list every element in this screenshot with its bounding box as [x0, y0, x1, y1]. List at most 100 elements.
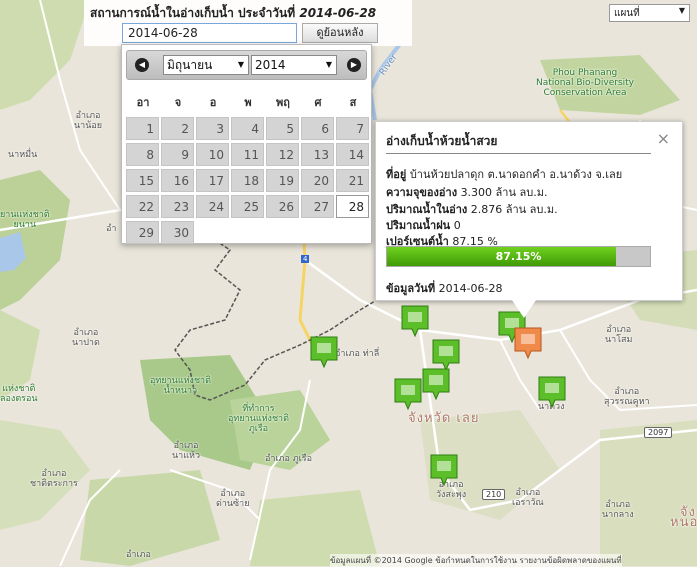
weekday-header: ส [349, 96, 357, 109]
calendar-day[interactable]: 15 [126, 169, 159, 192]
close-icon[interactable]: × [657, 129, 670, 148]
map-label-text: หนอง [670, 515, 697, 530]
calendar-day[interactable]: 18 [231, 169, 264, 192]
map-label-text: แห่งชาติ [2, 384, 36, 394]
date-value: 2014-06-28 [438, 282, 503, 295]
calendar-day[interactable]: 3 [196, 117, 229, 140]
map-label: อำเภอ ด่านซ้าย [216, 489, 250, 509]
map-label: ที่ทำการ อุทยานแห่งชาติ ภูเรือ [228, 404, 289, 434]
calendar-day[interactable]: 22 [126, 195, 159, 218]
volume-value: 2.876 ล้าน ลบ.ม. [470, 203, 558, 216]
map-type-select[interactable]: แผนที่ ▼ [609, 4, 690, 22]
calendar-day[interactable]: 27 [301, 195, 334, 218]
road-shield: 210 [482, 489, 506, 500]
map-label-text: อำเภอ [515, 488, 541, 498]
datepicker-header: ◀ มิถุนายน ▼ 2014 ▼ ▶ [126, 50, 367, 80]
map-label: อำเภอ เอราวัณ [512, 488, 544, 508]
reservoir-marker[interactable] [310, 336, 338, 368]
reservoir-marker[interactable] [394, 378, 422, 410]
map-label-text: จังหวัด เลย [408, 411, 480, 426]
next-month-icon[interactable]: ▶ [347, 58, 361, 72]
reservoir-marker[interactable] [538, 376, 566, 408]
weekday-header: ศ [314, 96, 322, 109]
map-label: อำ [106, 224, 116, 234]
map-label-text: น้ำหนาว [163, 386, 198, 396]
map-label-text: นาน้อย [74, 121, 103, 131]
calendar-day[interactable]: 4 [231, 117, 264, 140]
map-label-text: ที่ทำการ [242, 404, 275, 414]
map-label-text: ลองตรอน [0, 394, 38, 404]
reservoir-marker-warning[interactable] [514, 327, 542, 359]
calendar-day[interactable]: 25 [231, 195, 264, 218]
map-label-text: อำ [106, 224, 117, 234]
calendar-day[interactable]: 28 [336, 195, 369, 218]
weekday-header: พฤ [276, 96, 290, 109]
reservoir-marker[interactable] [432, 339, 460, 371]
map-label-text: อำเภอ [41, 469, 67, 479]
capacity-value: 3.300 ล้าน ลบ.ม. [460, 186, 548, 199]
map-label: อำเภอ นาน้อย [74, 111, 102, 131]
map-label-text: อำเภอ [73, 328, 99, 338]
map-label-text: นาหมื่น [8, 150, 38, 160]
weekday-header: อ [209, 96, 217, 109]
view-history-button[interactable]: ดูย้อนหลัง [302, 23, 378, 43]
map-label: ยานแห่งชาติ ยนาน [0, 210, 50, 230]
datepicker: ◀ มิถุนายน ▼ 2014 ▼ ▶ อาจอพพฤศส 1 2 3 4 5 6 7 8 9 10… [121, 44, 372, 244]
weekday-header: อา [136, 96, 150, 109]
map-attribution[interactable]: ข้อมูลแผนที่ ©2014 Google ข้อกำหนดในการใ… [330, 554, 622, 567]
calendar-day[interactable]: 9 [161, 143, 194, 166]
rain-label: ปริมาณน้ำฝน [386, 219, 451, 232]
calendar-day[interactable]: 30 [161, 221, 194, 244]
page-title-text: สถานการณ์น้ำในอ่างเก็บน้ำ ประจำวันที่ [90, 6, 296, 20]
year-select[interactable]: 2014 ▼ [251, 55, 337, 75]
calendar-day[interactable]: 11 [231, 143, 264, 166]
road-shield: 2097 [644, 427, 673, 438]
map-label: อุทยานแห่งชาติ น้ำหนาว [150, 376, 211, 396]
map-label-text: อำเภอ [606, 325, 632, 335]
calendar-day[interactable]: 7 [336, 117, 369, 140]
calendar-day[interactable]: 20 [301, 169, 334, 192]
calendar-day[interactable]: 5 [266, 117, 299, 140]
map-label: Phou Phanang National Bio-Diversity Conser… [536, 68, 634, 98]
calendar-day[interactable]: 13 [301, 143, 334, 166]
calendar-day[interactable]: 17 [196, 169, 229, 192]
chevron-down-icon: ▼ [237, 60, 244, 69]
calendar-day[interactable]: 8 [126, 143, 159, 166]
reservoir-marker[interactable] [422, 368, 450, 400]
date-row: ข้อมูลวันที่ 2014-06-28 [386, 279, 503, 297]
calendar-day[interactable]: 19 [266, 169, 299, 192]
map-label: นาหมื่น [8, 150, 37, 160]
reservoir-marker[interactable] [430, 454, 458, 486]
map-label-text: อุทยานแห่งชาติ [228, 414, 289, 424]
month-select[interactable]: มิถุนายน ▼ [163, 55, 249, 75]
map-label-text: อำเภอ [75, 111, 101, 121]
province-label: จังหวัด เลย [408, 411, 480, 426]
calendar-day[interactable]: 1 [126, 117, 159, 140]
year-select-value: 2014 [255, 58, 286, 72]
calendar-day[interactable]: 21 [336, 169, 369, 192]
date-input[interactable] [122, 23, 297, 43]
calendar-day[interactable]: 23 [161, 195, 194, 218]
calendar-day[interactable]: 2 [161, 117, 194, 140]
map-label-text: อำเภอ ท่าลี่ [335, 349, 380, 359]
location-label: ที่อยู่ [386, 168, 407, 181]
map-label-text: อำเภอ [605, 500, 631, 510]
calendar-day[interactable]: 14 [336, 143, 369, 166]
map-label-text: Conservation Area [543, 88, 627, 98]
map-label: อำเภอ นาปาด [72, 328, 100, 348]
calendar-day[interactable]: 26 [266, 195, 299, 218]
map-label: อำเภอ นากลาง [602, 500, 634, 520]
calendar-day[interactable]: 6 [301, 117, 334, 140]
calendar-day[interactable]: 16 [161, 169, 194, 192]
calendar-day[interactable]: 24 [196, 195, 229, 218]
reservoir-marker[interactable] [401, 305, 429, 337]
calendar-day[interactable]: 12 [266, 143, 299, 166]
road-shield: 4 [301, 255, 310, 263]
map-label: อำเภอ ชาติตระการ [30, 469, 78, 489]
percent-progress-text: 87.15% [495, 250, 542, 263]
map-label-text: นาโสม [605, 335, 633, 345]
prev-month-icon[interactable]: ◀ [135, 58, 149, 72]
calendar-day[interactable]: 29 [126, 221, 159, 244]
calendar-day[interactable]: 10 [196, 143, 229, 166]
map-label-text: นาปาด [72, 338, 100, 348]
